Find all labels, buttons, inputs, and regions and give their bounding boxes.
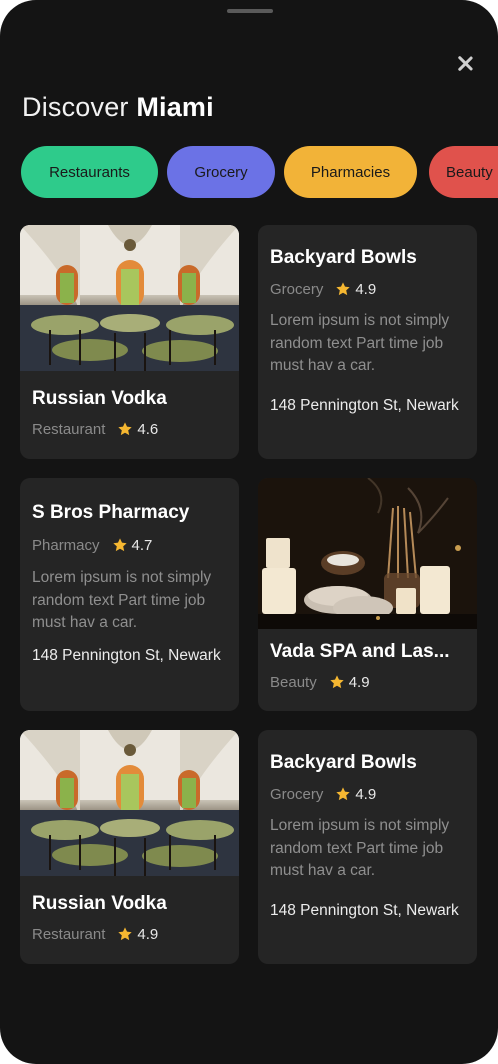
- place-meta: Grocery 4.9: [270, 279, 376, 299]
- place-category: Grocery: [270, 785, 324, 803]
- close-icon[interactable]: [450, 48, 480, 78]
- place-card[interactable]: Vada SPA and Las... Beauty 4.9: [258, 478, 477, 711]
- spa-photo: [258, 478, 477, 629]
- place-name: Russian Vodka: [32, 893, 167, 914]
- place-meta: Restaurant 4.9: [32, 924, 158, 944]
- place-address: 148 Pennington St, Newark: [32, 647, 221, 664]
- place-card[interactable]: S Bros Pharmacy Pharmacy 4.7 Lorem ipsum…: [20, 478, 239, 711]
- place-meta: Pharmacy 4.7: [32, 535, 152, 555]
- restaurant-photo: [20, 730, 239, 876]
- place-name: Backyard Bowls: [270, 752, 417, 773]
- place-card[interactable]: Russian Vodka Restaurant 4.9: [20, 730, 239, 964]
- drag-handle[interactable]: [227, 9, 273, 13]
- star-icon: [330, 675, 344, 689]
- star-icon: [118, 927, 133, 941]
- restaurant-photo: [20, 225, 239, 371]
- place-card[interactable]: Russian Vodka Restaurant 4.6: [20, 225, 239, 459]
- place-meta: Restaurant 4.6: [32, 419, 158, 439]
- place-card[interactable]: Backyard Bowls Grocery 4.9 Lorem ipsum i…: [258, 730, 477, 964]
- chip-beauty[interactable]: Beauty: [429, 146, 498, 198]
- chip-label: Beauty: [446, 163, 493, 181]
- place-name: Russian Vodka: [32, 388, 167, 409]
- place-description: Lorem ipsum is not simply random text Pa…: [270, 312, 450, 374]
- place-meta: Grocery 4.9: [270, 784, 376, 804]
- place-name: Vada SPA and Las...: [270, 641, 450, 662]
- chip-label: Grocery: [194, 163, 248, 181]
- place-category: Pharmacy: [32, 536, 100, 554]
- place-name: S Bros Pharmacy: [32, 502, 190, 523]
- chip-pharmacies[interactable]: Pharmacies: [284, 146, 417, 198]
- place-rating: 4.9: [355, 785, 377, 803]
- star-icon: [118, 422, 133, 436]
- chip-grocery[interactable]: Grocery: [167, 146, 275, 198]
- place-category: Beauty: [270, 673, 317, 691]
- star-icon: [336, 282, 351, 296]
- place-description: Lorem ipsum is not simply random text Pa…: [270, 817, 450, 879]
- title-prefix: Discover: [22, 92, 129, 122]
- chip-restaurants[interactable]: Restaurants: [21, 146, 158, 198]
- place-rating: 4.9: [355, 280, 377, 298]
- discover-sheet: Discover Miami Restaurants Grocery Pharm…: [0, 0, 498, 1064]
- place-description: Lorem ipsum is not simply random text Pa…: [32, 569, 212, 631]
- place-rating: 4.9: [348, 673, 370, 691]
- star-icon: [336, 787, 351, 801]
- category-chips: Restaurants Grocery Pharmacies Beauty: [21, 146, 498, 198]
- place-category: Restaurant: [32, 420, 106, 438]
- place-meta: Beauty 4.9: [270, 672, 370, 692]
- title-city: Miami: [136, 92, 214, 122]
- place-address: 148 Pennington St, Newark: [270, 397, 459, 414]
- place-address: 148 Pennington St, Newark: [270, 902, 459, 919]
- place-card[interactable]: Backyard Bowls Grocery 4.9 Lorem ipsum i…: [258, 225, 477, 459]
- place-rating: 4.7: [131, 536, 153, 554]
- place-name: Backyard Bowls: [270, 247, 417, 268]
- place-category: Restaurant: [32, 925, 106, 943]
- place-category: Grocery: [270, 280, 324, 298]
- page-title: Discover Miami: [22, 92, 214, 123]
- place-rating: 4.6: [137, 420, 159, 438]
- chip-label: Pharmacies: [310, 163, 391, 181]
- place-rating: 4.9: [137, 925, 159, 943]
- chip-label: Restaurants: [49, 163, 130, 181]
- star-icon: [112, 538, 127, 552]
